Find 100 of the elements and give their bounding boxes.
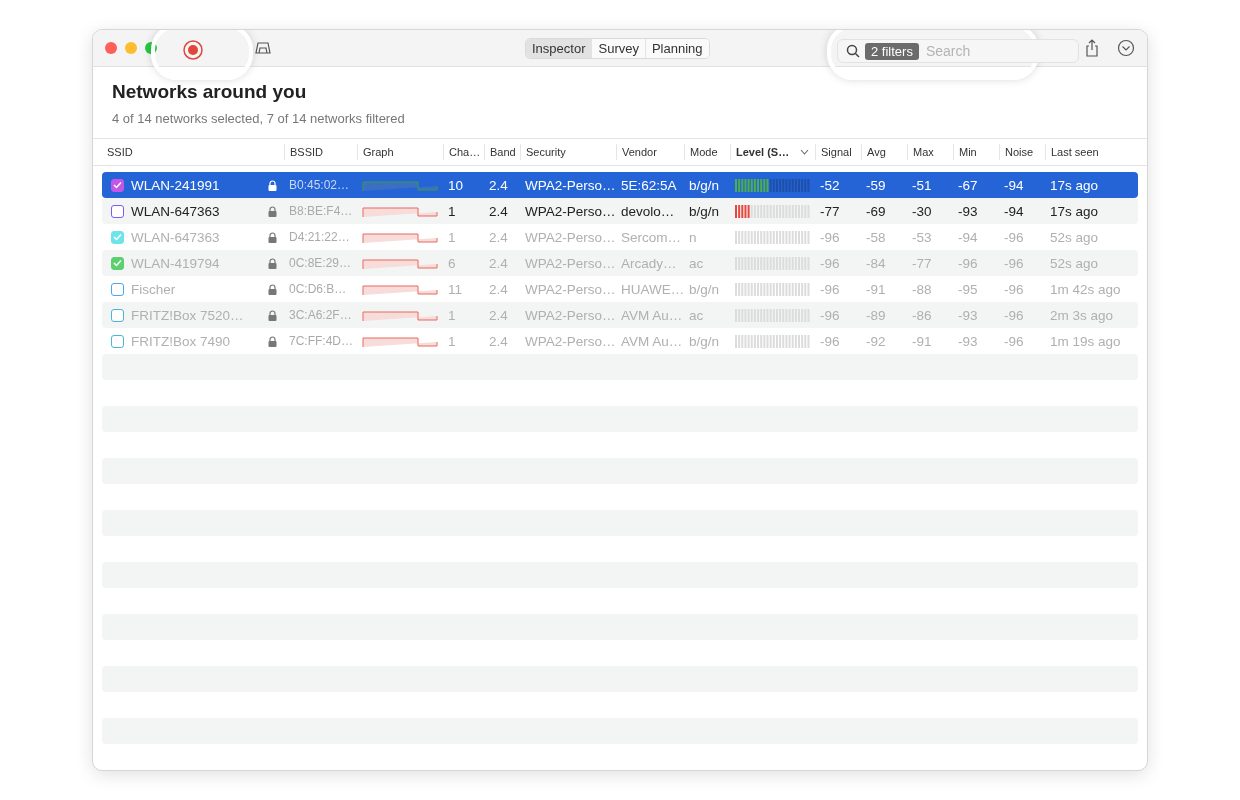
search-field[interactable]: 2 filters Search bbox=[837, 39, 1079, 63]
lock-icon bbox=[268, 231, 277, 243]
view-tab[interactable]: Survey bbox=[591, 39, 645, 58]
table-cell-text: 17s ago bbox=[1049, 203, 1100, 219]
view-tab[interactable]: Planning bbox=[644, 39, 709, 58]
table-row[interactable]: WLAN-647363 B8:BE:F4… 1 2.4 WPA2-Perso… devolo… b/g/n -77 -69 -30 -93 -94 17s ago bbox=[102, 198, 1138, 224]
row-checkbox[interactable] bbox=[111, 308, 124, 322]
table-cell-text: -67 bbox=[957, 177, 979, 193]
table-cell: Fischer bbox=[131, 281, 176, 297]
column-header[interactable]: Graph bbox=[357, 144, 443, 160]
table-cell-text: B0:45:02… bbox=[288, 178, 351, 192]
table-cell-text: -84 bbox=[865, 255, 887, 271]
lock-icon bbox=[268, 257, 277, 269]
selection-summary: 4 of 14 networks selected, 7 of 14 networks filtered bbox=[112, 111, 406, 126]
column-header[interactable]: Level (S… bbox=[730, 144, 815, 160]
table-cell-text: 1 bbox=[447, 203, 457, 219]
table-cell-text: WPA2-Perso… bbox=[524, 229, 616, 245]
table-cell-text: -96 bbox=[819, 255, 841, 271]
table-cell-text: -96 bbox=[1003, 307, 1025, 323]
minimize-button[interactable] bbox=[125, 42, 137, 54]
table-cell-text: 2.4 bbox=[488, 255, 509, 271]
table-cell-text: WPA2-Perso… bbox=[524, 281, 616, 297]
table-cell-text: -69 bbox=[865, 203, 887, 219]
table-cell-text: n bbox=[688, 229, 698, 245]
row-checkbox[interactable] bbox=[111, 178, 124, 192]
table-cell-text: -95 bbox=[957, 281, 979, 297]
table-cell-text: 6 bbox=[447, 255, 457, 271]
table-cell-text: WPA2-Perso… bbox=[524, 333, 616, 349]
table-cell-text: -96 bbox=[1003, 229, 1025, 245]
share-icon[interactable] bbox=[1085, 39, 1099, 57]
table-cell-text: 2.4 bbox=[488, 229, 509, 245]
table-cell-text: 7C:FF:4D… bbox=[288, 334, 354, 348]
lock-icon bbox=[268, 283, 277, 295]
search-icon bbox=[846, 44, 860, 58]
table-cell-text: 1m 42s ago bbox=[1049, 281, 1122, 297]
column-header[interactable]: Max bbox=[907, 144, 953, 160]
table-cell-text: 2.4 bbox=[488, 281, 509, 297]
table-cell-text: -96 bbox=[819, 307, 841, 323]
table-cell-text: -59 bbox=[865, 177, 887, 193]
table-row[interactable]: WLAN-241991 B0:45:02… 10 2.4 WPA2-Perso… 5E:62:5A b/g/n -52 -59 -51 -67 -94 17s ago bbox=[102, 172, 1138, 198]
column-header[interactable]: Vendor bbox=[616, 144, 684, 160]
table-cell: WLAN-647363 bbox=[131, 229, 220, 245]
table-cell-text: HUAWE… bbox=[620, 281, 684, 297]
record-button[interactable] bbox=[181, 38, 205, 62]
table-cell-text: b/g/n bbox=[688, 203, 721, 219]
column-header[interactable]: Cha… bbox=[443, 144, 484, 160]
table-cell-text: 10 bbox=[447, 177, 465, 193]
table-cell-text: -96 bbox=[957, 255, 979, 271]
table-cell-text: WPA2-Perso… bbox=[524, 203, 616, 219]
table-cell-text: -30 bbox=[911, 203, 933, 219]
table-cell-text: 1 bbox=[447, 307, 457, 323]
lock-icon bbox=[268, 179, 277, 191]
table-cell-text: -93 bbox=[957, 203, 979, 219]
table-cell-text: 5E:62:5A bbox=[620, 177, 678, 193]
table-cell-text: -94 bbox=[957, 229, 979, 245]
table-cell-text: WPA2-Perso… bbox=[524, 255, 616, 271]
table-cell-text: 52s ago bbox=[1049, 255, 1100, 271]
sidebar-toggle-icon[interactable] bbox=[255, 41, 271, 55]
table-cell-text: 2.4 bbox=[488, 177, 509, 193]
table-cell-text: 1m 19s ago bbox=[1049, 333, 1122, 349]
view-tab[interactable]: Inspector bbox=[526, 39, 592, 58]
lock-icon bbox=[268, 335, 277, 347]
table-cell-text: Arcady… bbox=[620, 255, 678, 271]
column-header[interactable]: Security bbox=[520, 144, 616, 160]
column-header[interactable]: Last seen bbox=[1045, 144, 1135, 160]
table-cell-text: Sercom… bbox=[620, 229, 682, 245]
row-checkbox[interactable] bbox=[111, 204, 124, 218]
table-cell-text: -96 bbox=[819, 281, 841, 297]
column-header[interactable]: Band bbox=[484, 144, 520, 160]
lock-icon bbox=[268, 205, 277, 217]
table-cell-text: -93 bbox=[957, 333, 979, 349]
table-cell-text: b/g/n bbox=[688, 281, 721, 297]
column-header[interactable]: BSSID bbox=[284, 144, 357, 160]
table-cell-text: -52 bbox=[819, 177, 841, 193]
table-cell-text: 0C:8E:29… bbox=[288, 256, 353, 270]
column-header[interactable]: Noise bbox=[999, 144, 1045, 160]
table-cell-text: AVM Au… bbox=[620, 333, 684, 349]
more-options-icon[interactable] bbox=[1117, 39, 1135, 57]
column-header[interactable]: Signal bbox=[815, 144, 861, 160]
table-cell: WLAN-241991 bbox=[131, 177, 220, 193]
search-input[interactable]: Search bbox=[923, 42, 1018, 60]
close-button[interactable] bbox=[105, 42, 117, 54]
filter-count-badge[interactable]: 2 filters bbox=[865, 42, 919, 60]
table-cell-text: 3C:A6:2F… bbox=[288, 308, 353, 322]
table-cell-text: 1 bbox=[447, 333, 457, 349]
row-checkbox[interactable] bbox=[111, 282, 124, 296]
row-checkbox[interactable] bbox=[111, 334, 124, 348]
column-header[interactable]: Min bbox=[953, 144, 999, 160]
column-header[interactable]: Avg bbox=[861, 144, 907, 160]
table-cell-text: -96 bbox=[1003, 255, 1025, 271]
table-cell-text: WPA2-Perso… bbox=[524, 177, 616, 193]
table-cell-text: -96 bbox=[1003, 281, 1025, 297]
table-cell-text: D4:21:22… bbox=[288, 230, 351, 244]
column-header[interactable]: Mode bbox=[684, 144, 730, 160]
table-cell: FRITZ!Box 7520… bbox=[131, 307, 244, 323]
table-cell-text: 2.4 bbox=[488, 203, 509, 219]
column-header[interactable]: SSID bbox=[102, 144, 284, 160]
table-cell-text: b/g/n bbox=[688, 333, 721, 349]
table-cell-text: 52s ago bbox=[1049, 229, 1100, 245]
row-checkbox[interactable] bbox=[111, 256, 124, 270]
